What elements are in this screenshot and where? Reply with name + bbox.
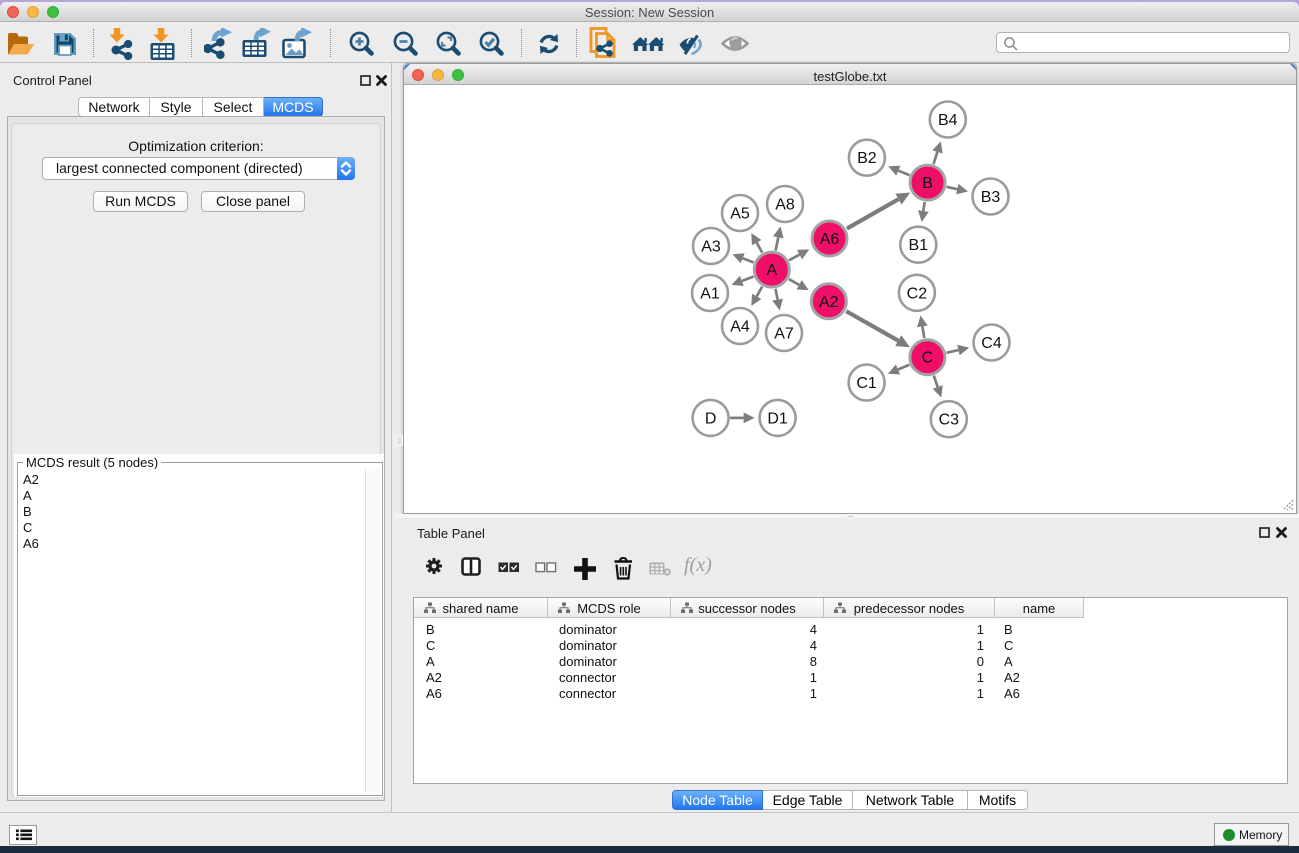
svg-text:A3: A3 <box>701 239 721 256</box>
svg-text:C3: C3 <box>939 412 960 429</box>
svg-text:B4: B4 <box>938 112 958 129</box>
svg-text:A8: A8 <box>775 197 795 214</box>
svg-text:C2: C2 <box>907 285 928 302</box>
svg-text:B1: B1 <box>909 237 929 254</box>
svg-text:A4: A4 <box>730 319 750 336</box>
svg-text:C: C <box>922 350 934 367</box>
svg-text:B3: B3 <box>981 189 1001 206</box>
svg-text:C1: C1 <box>856 375 877 392</box>
svg-text:D: D <box>705 410 717 427</box>
svg-text:A: A <box>766 262 777 279</box>
svg-text:A7: A7 <box>774 326 794 343</box>
svg-text:B: B <box>922 175 933 192</box>
svg-text:B2: B2 <box>857 150 877 167</box>
svg-text:A2: A2 <box>819 294 839 311</box>
svg-text:A1: A1 <box>700 286 720 303</box>
svg-text:D1: D1 <box>767 410 788 427</box>
svg-text:A5: A5 <box>730 206 750 223</box>
svg-text:C4: C4 <box>981 335 1002 352</box>
svg-text:A6: A6 <box>820 231 840 248</box>
